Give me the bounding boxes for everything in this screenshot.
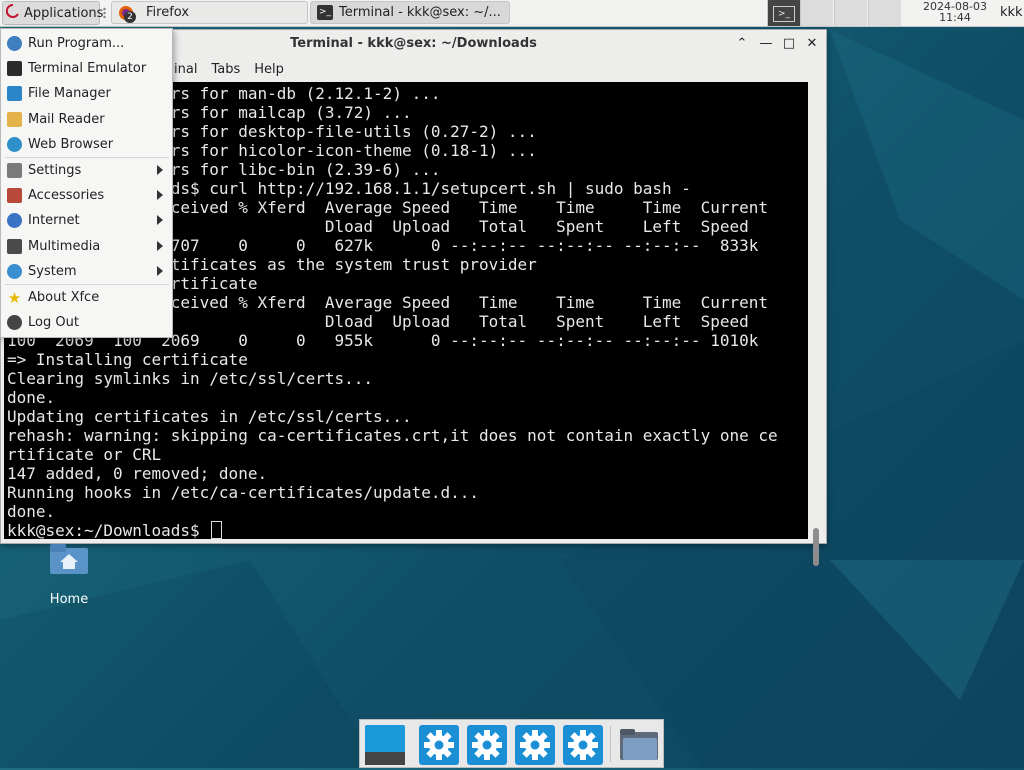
desktop-home-icon[interactable]: Home: [38, 538, 100, 607]
menu-item-label: File Manager: [28, 86, 111, 102]
menu-item-label: Internet: [28, 213, 80, 229]
terminal-cursor: [211, 521, 223, 539]
logout-icon: [7, 315, 22, 331]
menu-help[interactable]: Help: [254, 62, 284, 77]
terminal-icon: >_: [317, 5, 333, 20]
menu-item-internet[interactable]: Internet: [1, 208, 172, 233]
panel-separator: [103, 7, 106, 19]
menu-terminal[interactable]: inal: [174, 62, 197, 77]
debian-logo-icon: [5, 3, 20, 22]
taskbar-firefox-label: Firefox: [146, 5, 190, 20]
menu-item-label: Accessories: [28, 188, 105, 204]
submenu-arrow-icon: [157, 215, 163, 226]
taskbar-terminal[interactable]: >_ Terminal - kkk@sex: ~/...: [310, 1, 510, 24]
applications-menu-button[interactable]: Applications: [2, 1, 104, 25]
maximize-button[interactable]: □: [781, 35, 797, 51]
menu-item-run-program[interactable]: Run Program...: [1, 31, 172, 56]
desktop-home-label: Home: [49, 592, 89, 607]
taskbar-terminal-label: Terminal - kkk@sex: ~/...: [339, 5, 501, 20]
terminal-line: Updating certificates in /etc/ssl/certs.…: [7, 407, 412, 426]
bottom-dock: [359, 719, 664, 768]
menu-item-log-out[interactable]: Log Out: [1, 310, 172, 335]
taskbar-firefox[interactable]: 2 Firefox: [111, 1, 308, 24]
minimize-button[interactable]: —: [758, 35, 774, 51]
terminal-line: done.: [7, 388, 56, 407]
submenu-arrow-icon: [157, 265, 163, 276]
run-icon: [7, 36, 22, 51]
accessories-icon: [7, 188, 22, 204]
menu-item-label: Terminal Emulator: [28, 61, 147, 77]
multimedia-icon: [7, 238, 22, 254]
show-desktop-icon[interactable]: [364, 724, 406, 766]
terminal-launcher-icon[interactable]: >_: [767, 0, 800, 26]
settings-gear-icon[interactable]: [418, 724, 460, 766]
menu-item-label: About Xfce: [28, 290, 100, 305]
menu-item-system[interactable]: System: [1, 259, 172, 284]
menu-item-file-manager[interactable]: File Manager: [1, 81, 172, 106]
menu-item-label: Run Program...: [28, 36, 125, 51]
menu-item-label: Log Out: [28, 315, 79, 331]
terminal-prompt: kkk@sex:~/Downloads$: [7, 521, 210, 539]
terminal-line: Running hooks in /etc/ca-certificates/up…: [7, 483, 480, 502]
menu-item-multimedia[interactable]: Multimedia: [1, 234, 172, 259]
window-count-badge: 2: [124, 10, 136, 23]
terminal-line: Clearing symlinks in /etc/ssl/certs...: [7, 369, 374, 388]
workspace-1[interactable]: [800, 0, 833, 26]
settings-icon: [7, 163, 22, 178]
terminal-line: rtificate or CRL: [7, 445, 162, 464]
workspace-2[interactable]: [834, 0, 867, 26]
terminal-line: 147 added, 0 removed; done.: [7, 464, 268, 483]
mail-icon: [7, 111, 22, 127]
folder-icon[interactable]: [618, 724, 660, 766]
dock-separator: [610, 726, 611, 762]
submenu-arrow-icon: [157, 240, 163, 251]
scrollbar-thumb[interactable]: [813, 528, 819, 566]
terminal-scrollbar[interactable]: [809, 82, 823, 566]
star-icon: ★: [7, 288, 22, 307]
applications-menu: Run Program... Terminal Emulator File Mana…: [0, 28, 173, 338]
system-icon: [7, 263, 22, 279]
top-panel: Applications 2 Firefox >_ Terminal - kkk…: [0, 0, 1024, 27]
clock[interactable]: 2024-08-03 11:44: [906, 1, 1004, 23]
settings-gear-icon[interactable]: [562, 724, 604, 766]
terminal-prompt-line: kkk@sex:~/Downloads$: [7, 521, 808, 539]
terminal-line: done.: [7, 502, 56, 521]
menu-item-label: Settings: [28, 163, 82, 178]
terminal-line: rehash: warning: skipping ca-certificate…: [7, 426, 778, 445]
menu-item-label: Web Browser: [28, 136, 114, 152]
close-button[interactable]: ✕: [804, 35, 820, 51]
menu-item-accessories[interactable]: Accessories: [1, 183, 172, 208]
chevron-up-icon[interactable]: ⌃: [734, 35, 750, 51]
menu-tabs[interactable]: Tabs: [211, 62, 240, 77]
user-menu[interactable]: kkk: [1000, 5, 1023, 20]
terminal-line: => Installing certificate: [7, 350, 248, 369]
submenu-arrow-icon: [157, 190, 163, 201]
menu-item-mail-reader[interactable]: Mail Reader: [1, 107, 172, 132]
workspace-3[interactable]: [868, 0, 901, 26]
clock-time: 11:44: [939, 11, 971, 24]
file-manager-icon: [7, 86, 22, 102]
firefox-icon: 2: [118, 5, 136, 23]
applications-label: Applications: [24, 5, 104, 21]
submenu-arrow-icon: [157, 165, 163, 175]
home-folder-icon: [50, 544, 88, 574]
menu-item-web-browser[interactable]: Web Browser: [1, 132, 172, 157]
settings-gear-icon[interactable]: [514, 724, 556, 766]
settings-gear-icon[interactable]: [466, 724, 508, 766]
terminal-icon: [7, 61, 22, 77]
menu-item-label: System: [28, 263, 77, 279]
globe-icon: [7, 136, 22, 152]
menu-item-about-xfce[interactable]: ★ About Xfce: [1, 285, 172, 310]
internet-icon: [7, 213, 22, 229]
menu-item-terminal-emulator[interactable]: Terminal Emulator: [1, 56, 172, 81]
menu-item-label: Mail Reader: [28, 111, 105, 127]
menu-item-settings[interactable]: Settings: [1, 158, 172, 183]
menu-item-label: Multimedia: [28, 238, 101, 254]
